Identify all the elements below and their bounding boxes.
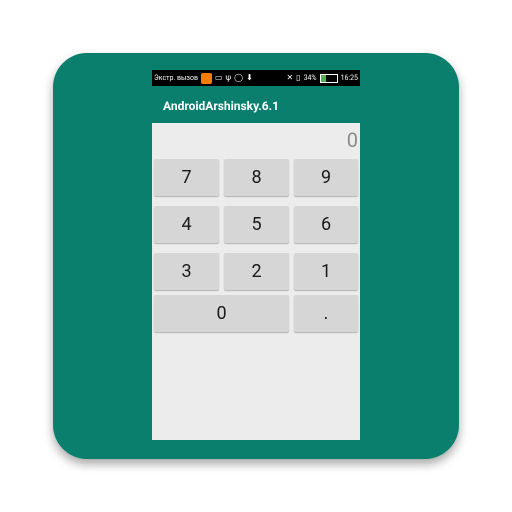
key-5[interactable]: 5: [224, 206, 289, 243]
battery-icon: [319, 73, 338, 83]
key-decimal-point[interactable]: .: [294, 295, 358, 332]
app-bar: AndroidArshinsky.6.1: [152, 86, 360, 123]
calculator-content: 0 7 8 9 4 5 6 3 2 1 0 .: [152, 123, 360, 440]
whatsapp-icon: ◯: [234, 73, 244, 82]
status-bar: Экстр. вызов ▭ ψ ◯ ⬇ ✕ ▯ 34% 16:25: [152, 70, 360, 86]
key-0[interactable]: 0: [154, 295, 289, 332]
download-icon: ⬇: [246, 73, 253, 82]
clock: 16:25: [340, 74, 358, 82]
key-3[interactable]: 3: [154, 253, 219, 290]
battery-percent: 34%: [303, 74, 317, 82]
key-7[interactable]: 7: [154, 159, 219, 196]
key-8[interactable]: 8: [224, 159, 289, 196]
key-2[interactable]: 2: [224, 253, 289, 290]
key-4[interactable]: 4: [154, 206, 219, 243]
image-icon: ▭: [214, 73, 223, 82]
notification-app-icon: [200, 72, 212, 84]
usb-icon: ψ: [225, 73, 232, 82]
silent-icon: ✕: [286, 73, 294, 82]
key-1[interactable]: 1: [294, 253, 358, 290]
sim-icon: ▯: [296, 73, 301, 82]
phone-screenshot: Экстр. вызов ▭ ψ ◯ ⬇ ✕ ▯ 34% 16:25 Andro…: [152, 70, 360, 440]
calculator-display: 0: [346, 128, 358, 152]
key-9[interactable]: 9: [294, 159, 358, 196]
emergency-call-text: Экстр. вызов: [154, 74, 198, 82]
app-title: AndroidArshinsky.6.1: [163, 99, 279, 113]
key-6[interactable]: 6: [294, 206, 358, 243]
